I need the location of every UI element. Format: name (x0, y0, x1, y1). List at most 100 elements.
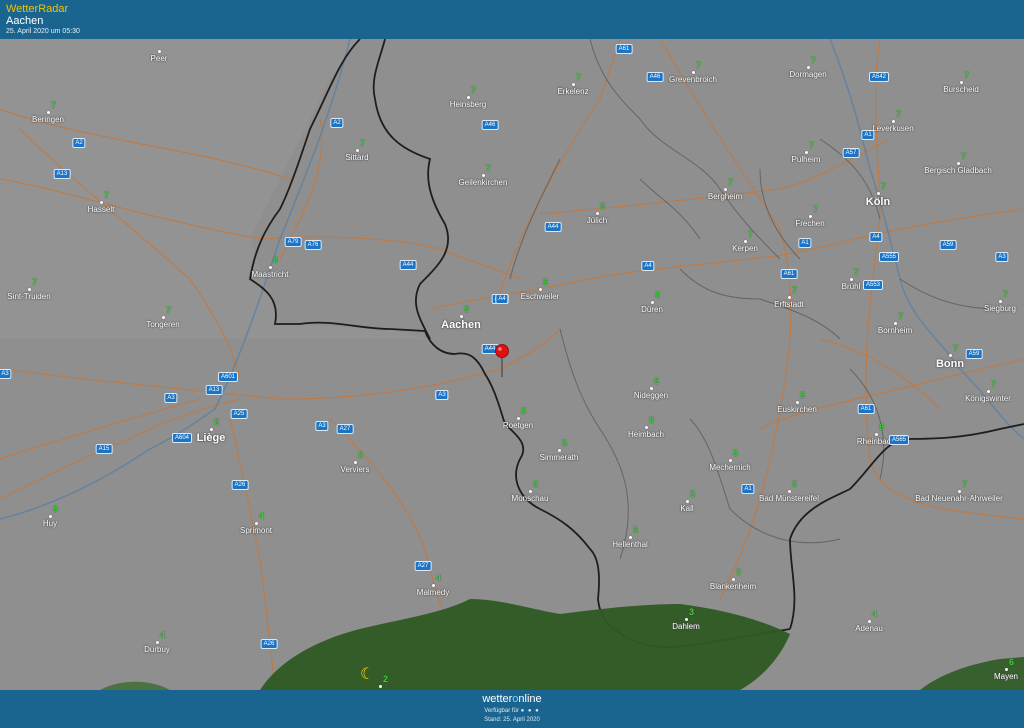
city-label[interactable]: Bad Neuenahr-Ahrweiler (915, 494, 1003, 503)
city-dot (732, 578, 735, 581)
temperature-value: 3 (689, 607, 695, 617)
road-shield: A13 (205, 385, 223, 395)
temperature-value: 5 (562, 438, 568, 448)
temperature-value: 7 (811, 55, 817, 65)
city-label[interactable]: Sprimont (240, 526, 272, 535)
temperature-value: 4 (872, 609, 878, 619)
city-dot (629, 536, 632, 539)
city-label[interactable]: Beringen (32, 115, 64, 124)
city-label[interactable]: Siegburg (984, 304, 1016, 313)
city-label[interactable]: Huy (43, 519, 57, 528)
city-label[interactable]: Mechernich (709, 463, 750, 472)
road-shield: A601 (217, 372, 239, 382)
city-dot (877, 192, 880, 195)
temperature-value: 7 (881, 181, 887, 191)
road-shield: A59 (965, 349, 983, 359)
city-label[interactable]: Kerpen (732, 244, 758, 253)
road-shield: A46 (481, 120, 499, 130)
city-dot (432, 584, 435, 587)
city-dot (987, 390, 990, 393)
city-label[interactable]: Jülich (587, 216, 607, 225)
logo-prefix: wetter (482, 693, 513, 705)
city-label[interactable]: Hasselt (88, 205, 115, 214)
city-label[interactable]: Königswinter (965, 394, 1011, 403)
road-shield: A46 (646, 72, 664, 82)
city-label[interactable]: Roetgen (503, 421, 533, 430)
temperature-value: 7 (953, 343, 959, 353)
city-dot (482, 174, 485, 177)
city-label[interactable]: Dahlem (672, 622, 700, 631)
city-label[interactable]: Dormagen (789, 70, 826, 79)
city-label[interactable]: Liège (197, 432, 226, 444)
city-dot (255, 522, 258, 525)
city-dot (1005, 668, 1008, 671)
temperature-value: 2 (383, 674, 389, 684)
city-dot (356, 149, 359, 152)
city-label[interactable]: Düren (641, 305, 663, 314)
city-label[interactable]: Euskirchen (777, 405, 817, 414)
city-label[interactable]: Pulheim (792, 155, 821, 164)
city-label[interactable]: Simmerath (540, 453, 579, 462)
city-label[interactable]: Heinsberg (450, 100, 486, 109)
temperature-value: 3 (736, 567, 742, 577)
temperature-value: 7 (748, 229, 754, 239)
city-dot (558, 449, 561, 452)
city-label[interactable]: Leverkusen (872, 124, 913, 133)
city-label[interactable]: Durbuy (144, 645, 170, 654)
logo-suffix: nline (518, 693, 542, 705)
temperature-value: 6 (1009, 657, 1015, 667)
city-label[interactable]: Verviers (341, 465, 370, 474)
radar-map[interactable]: Peer 7 Beringen 7 Hasselt 7 Sint-Truiden 7 Tonge… (0, 39, 1024, 690)
city-label[interactable]: Köln (866, 196, 890, 208)
city-label[interactable]: Hellenthal (612, 540, 648, 549)
availability-note: Verfügbar für ● ● ● (0, 708, 1024, 714)
city-label[interactable]: Tongeren (146, 320, 179, 329)
city-label[interactable]: Monschau (512, 494, 549, 503)
temperature-value: 7 (896, 109, 902, 119)
city-dot (162, 316, 165, 319)
temperature-value: 6 (543, 277, 549, 287)
temperature-value: 7 (898, 311, 904, 321)
city-label[interactable]: Frechen (795, 219, 824, 228)
city-label[interactable]: Bornheim (878, 326, 912, 335)
city-label[interactable]: Maastricht (252, 270, 289, 279)
city-label[interactable]: Sint-Truiden (7, 292, 50, 301)
city-dot (686, 500, 689, 503)
city-label[interactable]: Heimbach (628, 430, 664, 439)
road-shield: A79 (284, 237, 302, 247)
road-shield: A4 (869, 232, 883, 242)
city-label[interactable]: Aachen (441, 319, 481, 331)
city-label[interactable]: Nideggen (634, 391, 668, 400)
road-shield: A3 (0, 369, 12, 379)
city-label[interactable]: Blankenheim (710, 582, 756, 591)
city-label[interactable]: Bad Münstereifel (759, 494, 819, 503)
city-label[interactable]: Kall (680, 504, 693, 513)
city-label[interactable]: Geilenkirchen (459, 178, 508, 187)
road-shield: A26 (231, 480, 249, 490)
footer-bar: wetteronline Verfügbar für ● ● ● Stand: … (0, 690, 1024, 728)
city-label[interactable]: Grevenbroich (669, 75, 717, 84)
road-shield: A1 (741, 484, 755, 494)
city-dot (809, 215, 812, 218)
city-label[interactable]: Malmedy (417, 588, 449, 597)
city-label[interactable]: Adenau (855, 624, 883, 633)
road-shield: A44 (544, 222, 562, 232)
city-label[interactable]: Erftstadt (774, 300, 804, 309)
city-label[interactable]: Erkelenz (557, 87, 588, 96)
location-pin-icon[interactable] (494, 343, 510, 377)
city-label[interactable]: Sittard (345, 153, 368, 162)
city-label[interactable]: Bonn (936, 358, 964, 370)
city-label[interactable]: Mayen (994, 672, 1018, 681)
city-label[interactable]: Bergheim (708, 192, 742, 201)
app-brand: WetterRadar (6, 3, 69, 15)
temperature-value: 6 (649, 415, 655, 425)
city-label[interactable]: Eschweiler (521, 292, 560, 301)
city-dot (379, 685, 382, 688)
city-dot (354, 461, 357, 464)
city-label[interactable]: Brühl (842, 282, 861, 291)
city-label[interactable]: Peer (151, 54, 168, 63)
city-label[interactable]: Bergisch Gladbach (924, 166, 992, 175)
wetteronline-logo[interactable]: wetteronline (0, 693, 1024, 705)
road-shield: A4 (495, 294, 509, 304)
city-label[interactable]: Burscheid (943, 85, 979, 94)
